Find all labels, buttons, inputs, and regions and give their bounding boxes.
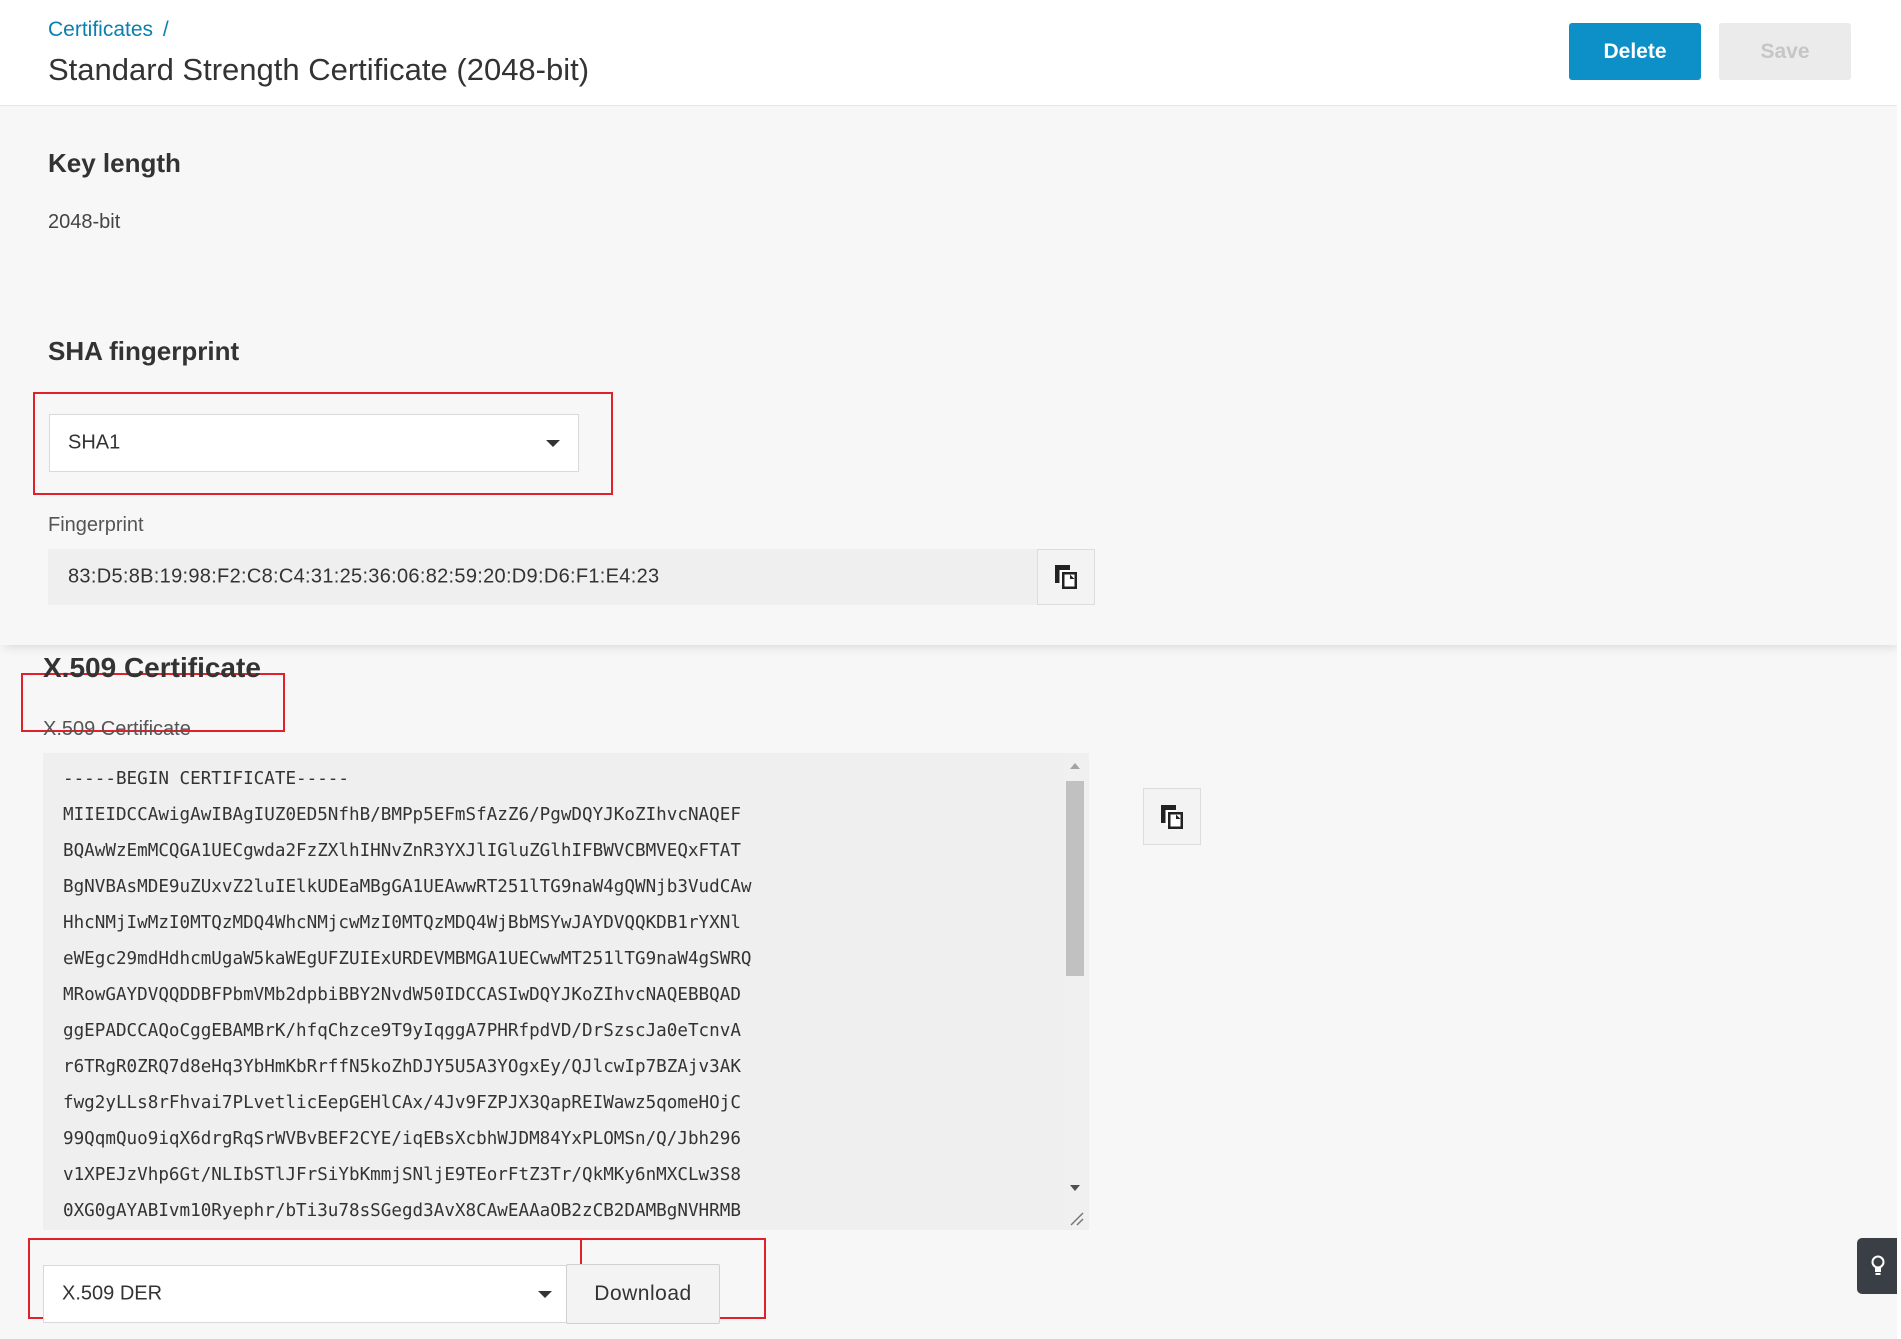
breadcrumb: Certificates / <box>48 18 169 42</box>
copy-fingerprint-button[interactable] <box>1037 549 1095 605</box>
certificate-line: ggEPADCCAQoCggEBAMBrK/hfqChzce9T9yIqggA7… <box>63 1021 741 1041</box>
certificate-line: 0XG0gAYABIvm10Ryephr/bTi3u78sSGegd3AvX8C… <box>63 1201 741 1221</box>
page-title: Standard Strength Certificate (2048-bit) <box>48 52 590 87</box>
certificate-scrollbar[interactable] <box>1063 757 1087 1227</box>
page-header: Certificates / Standard Strength Certifi… <box>0 0 1901 106</box>
sha-algorithm-select[interactable]: SHA1 <box>49 414 579 472</box>
breadcrumb-separator: / <box>162 18 169 41</box>
scroll-down-arrow-icon[interactable] <box>1070 1185 1080 1191</box>
copy-certificate-button[interactable] <box>1143 788 1201 845</box>
certificate-line: r6TRgR0ZRQ7d8eHq3YbHmKbRrffN5koZhDJY5U5A… <box>63 1057 741 1077</box>
chevron-down-icon <box>538 1291 552 1298</box>
chevron-down-icon <box>546 440 560 447</box>
key-length-value: 2048-bit <box>48 211 121 233</box>
delete-button[interactable]: Delete <box>1569 23 1701 80</box>
sha-fingerprint-heading: SHA fingerprint <box>48 336 240 366</box>
resize-grip-icon[interactable] <box>1066 1208 1084 1226</box>
help-tips-button[interactable] <box>1857 1238 1899 1294</box>
scroll-up-arrow-icon[interactable] <box>1070 763 1080 769</box>
certificate-line: v1XPEJzVhp6Gt/NLIbSTlJFrSiYbKmmjSNljE9TE… <box>63 1165 741 1185</box>
scroll-thumb[interactable] <box>1066 781 1084 976</box>
certificate-line: -----BEGIN CERTIFICATE----- <box>63 769 349 789</box>
fingerprint-value: 83:D5:8B:19:98:F2:C8:C4:31:25:36:06:82:5… <box>68 565 660 588</box>
copy-icon <box>1161 804 1183 829</box>
certificate-format-selected: X.509 DER <box>62 1282 163 1305</box>
x509-field-label: X.509 Certificate <box>43 718 191 740</box>
copy-icon <box>1055 565 1077 589</box>
lightbulb-icon <box>1871 1255 1885 1275</box>
certificate-line: HhcNMjIwMzI0MTQzMDQ4WhcNMjcwMzI0MTQzMDQ4… <box>63 913 741 933</box>
certificate-line: BgNVBAsMDE9uZUxvZ2luIElkUDEaMBgGA1UEAwwR… <box>63 877 752 897</box>
x509-certificate-textarea[interactable]: -----BEGIN CERTIFICATE----- MIIEIDCCAwigA… <box>43 753 1089 1230</box>
certificate-line: BQAwWzEmMCQGA1UECgwda2FzZXlhIHNvZnR3YXJl… <box>63 841 741 861</box>
certificate-line: MRowGAYDVQQDDBFPbmVMb2dpbiBBY2NvdW50IDCC… <box>63 985 741 1005</box>
breadcrumb-link-certificates[interactable]: Certificates <box>48 18 153 41</box>
x509-heading: X.509 Certificate <box>43 652 261 683</box>
certificate-line: eWEgc29mdHdhcmUgaW5kaWEgUFZUIExURDEVMBMG… <box>63 949 752 969</box>
certificate-line: fwg2yLLs8rFhvai7PLvetlicEepGEHlCAx/4Jv9F… <box>63 1093 741 1113</box>
download-button[interactable]: Download <box>566 1264 720 1324</box>
certificate-line: MIIEIDCCAwigAwIBAgIUZ0ED5NfhB/BMPp5EFmSf… <box>63 805 741 825</box>
key-length-heading: Key length <box>48 148 181 178</box>
fingerprint-field[interactable]: 83:D5:8B:19:98:F2:C8:C4:31:25:36:06:82:5… <box>48 549 1038 605</box>
save-button[interactable]: Save <box>1719 23 1851 80</box>
certificate-format-select[interactable]: X.509 DER <box>43 1265 571 1323</box>
x509-certificate-text: -----BEGIN CERTIFICATE----- MIIEIDCCAwigA… <box>63 761 1063 1229</box>
sha-algorithm-selected: SHA1 <box>68 431 121 454</box>
certificate-line: 99QqmQuo9iqX6drgRqSrWVBvBEF2CYE/iqEBsXcb… <box>63 1129 741 1149</box>
fingerprint-label: Fingerprint <box>48 514 144 536</box>
page-edge <box>1897 105 1901 1339</box>
